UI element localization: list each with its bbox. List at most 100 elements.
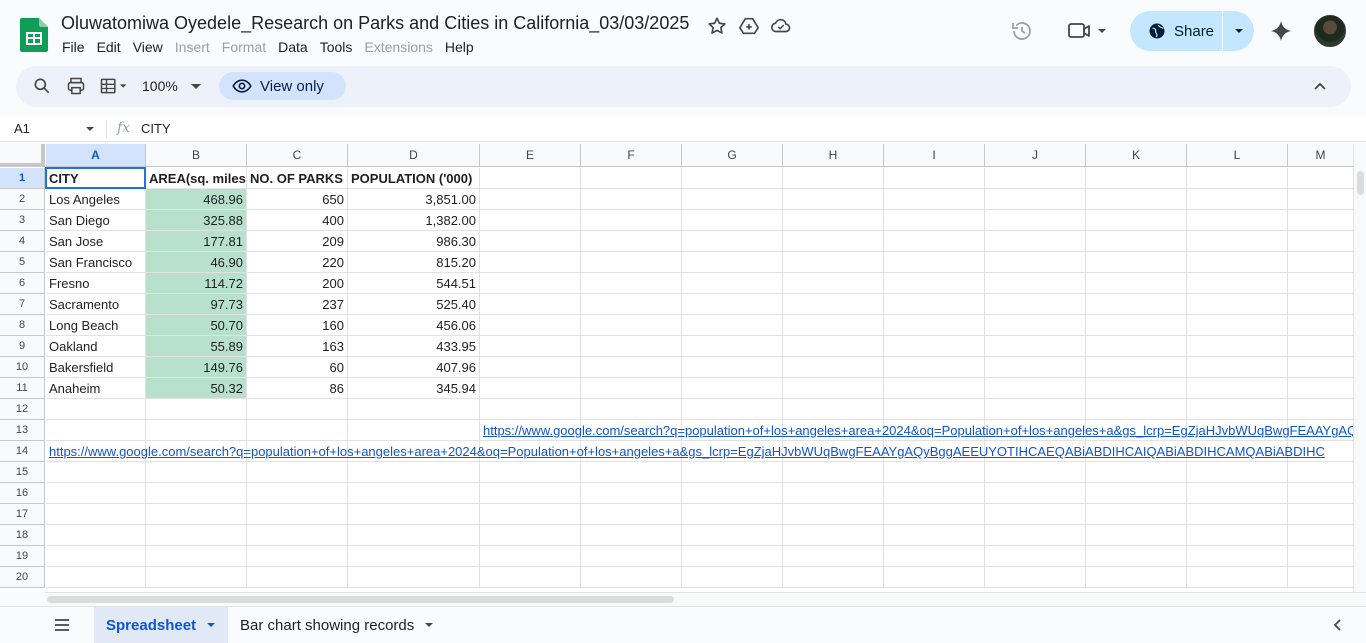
- cell-c4[interactable]: 209: [247, 231, 348, 252]
- cell-i17[interactable]: [884, 504, 985, 525]
- cell-e7[interactable]: [480, 294, 581, 315]
- cell-h7[interactable]: [783, 294, 884, 315]
- cell-h12[interactable]: [783, 399, 884, 420]
- cell-c1[interactable]: NO. OF PARKS: [247, 168, 348, 189]
- cell-g8[interactable]: [682, 315, 783, 336]
- cell-h6[interactable]: [783, 273, 884, 294]
- cell-b10[interactable]: 149.76: [146, 357, 247, 378]
- cell-j5[interactable]: [985, 252, 1086, 273]
- cell-b8[interactable]: 50.70: [146, 315, 247, 336]
- cell-b11[interactable]: 50.32: [146, 378, 247, 399]
- cell-k15[interactable]: [1086, 462, 1187, 483]
- cell-g20[interactable]: [682, 567, 783, 588]
- cell-d11[interactable]: 345.94: [348, 378, 480, 399]
- cell-m11[interactable]: [1288, 378, 1353, 399]
- cell-j6[interactable]: [985, 273, 1086, 294]
- cell-i7[interactable]: [884, 294, 985, 315]
- cell-e11[interactable]: [480, 378, 581, 399]
- cell-d6[interactable]: 544.51: [348, 273, 480, 294]
- cell-a6[interactable]: Fresno: [46, 273, 146, 294]
- cell-a19[interactable]: [46, 546, 146, 567]
- meet-icon[interactable]: [1067, 20, 1111, 42]
- cell-d1[interactable]: POPULATION ('000): [348, 168, 480, 189]
- cell-f10[interactable]: [581, 357, 682, 378]
- cell-h5[interactable]: [783, 252, 884, 273]
- cell-g5[interactable]: [682, 252, 783, 273]
- cell-f20[interactable]: [581, 567, 682, 588]
- cell-k7[interactable]: [1086, 294, 1187, 315]
- cell-j19[interactable]: [985, 546, 1086, 567]
- search-icon[interactable]: [32, 76, 52, 96]
- cell-f19[interactable]: [581, 546, 682, 567]
- row-header-4[interactable]: 4: [0, 231, 45, 252]
- column-header-h[interactable]: H: [783, 144, 884, 167]
- cell-b13[interactable]: [146, 420, 247, 441]
- row-header-20[interactable]: 20: [0, 567, 45, 588]
- cell-b19[interactable]: [146, 546, 247, 567]
- row-header-11[interactable]: 11: [0, 378, 45, 399]
- table-format-icon[interactable]: [97, 76, 131, 96]
- cell-d10[interactable]: 407.96: [348, 357, 480, 378]
- cell-g12[interactable]: [682, 399, 783, 420]
- menu-help[interactable]: Help: [439, 38, 480, 58]
- cell-g10[interactable]: [682, 357, 783, 378]
- row-header-12[interactable]: 12: [0, 399, 45, 420]
- select-all-corner[interactable]: [0, 144, 45, 167]
- cell-b20[interactable]: [146, 567, 247, 588]
- cell-l8[interactable]: [1187, 315, 1288, 336]
- row-header-19[interactable]: 19: [0, 546, 45, 567]
- cell-a18[interactable]: [46, 525, 146, 546]
- cell-c8[interactable]: 160: [247, 315, 348, 336]
- cell-g16[interactable]: [682, 483, 783, 504]
- cell-c18[interactable]: [247, 525, 348, 546]
- star-icon[interactable]: [706, 15, 728, 37]
- row-header-9[interactable]: 9: [0, 336, 45, 357]
- cell-i12[interactable]: [884, 399, 985, 420]
- cell-c16[interactable]: [247, 483, 348, 504]
- cell-l15[interactable]: [1187, 462, 1288, 483]
- sheet-tab-bar-chart[interactable]: Bar chart showing records: [228, 607, 446, 643]
- cell-f5[interactable]: [581, 252, 682, 273]
- row-header-7[interactable]: 7: [0, 294, 45, 315]
- cell-d12[interactable]: [348, 399, 480, 420]
- cell-h9[interactable]: [783, 336, 884, 357]
- cell-f15[interactable]: [581, 462, 682, 483]
- history-icon[interactable]: [1010, 19, 1034, 43]
- cell-i20[interactable]: [884, 567, 985, 588]
- cell-e3[interactable]: [480, 210, 581, 231]
- cell-h17[interactable]: [783, 504, 884, 525]
- cell-a8[interactable]: Long Beach: [46, 315, 146, 336]
- column-header-m[interactable]: M: [1288, 144, 1353, 167]
- column-header-d[interactable]: D: [348, 144, 480, 167]
- column-header-e[interactable]: E: [480, 144, 581, 167]
- cell-a20[interactable]: [46, 567, 146, 588]
- cell-m18[interactable]: [1288, 525, 1353, 546]
- cloud-status-icon[interactable]: [770, 15, 792, 37]
- cell-l18[interactable]: [1187, 525, 1288, 546]
- horizontal-scrollbar[interactable]: [45, 592, 1366, 605]
- cell-d2[interactable]: 3,851.00: [348, 189, 480, 210]
- cell-c11[interactable]: 86: [247, 378, 348, 399]
- cell-c2[interactable]: 650: [247, 189, 348, 210]
- cell-i3[interactable]: [884, 210, 985, 231]
- cell-j12[interactable]: [985, 399, 1086, 420]
- cell-b17[interactable]: [146, 504, 247, 525]
- cell-m4[interactable]: [1288, 231, 1353, 252]
- cell-b12[interactable]: [146, 399, 247, 420]
- cell-b16[interactable]: [146, 483, 247, 504]
- cell-h16[interactable]: [783, 483, 884, 504]
- cell-b4[interactable]: 177.81: [146, 231, 247, 252]
- cell-f1[interactable]: [581, 168, 682, 189]
- cell-k11[interactable]: [1086, 378, 1187, 399]
- vertical-scrollbar[interactable]: [1353, 144, 1366, 592]
- cell-e10[interactable]: [480, 357, 581, 378]
- cell-j11[interactable]: [985, 378, 1086, 399]
- cell-c7[interactable]: 237: [247, 294, 348, 315]
- cell-l12[interactable]: [1187, 399, 1288, 420]
- cell-d13[interactable]: [348, 420, 480, 441]
- cell-i6[interactable]: [884, 273, 985, 294]
- name-box[interactable]: A1: [14, 121, 30, 136]
- cell-f4[interactable]: [581, 231, 682, 252]
- column-header-b[interactable]: B: [146, 144, 247, 167]
- cell-f2[interactable]: [581, 189, 682, 210]
